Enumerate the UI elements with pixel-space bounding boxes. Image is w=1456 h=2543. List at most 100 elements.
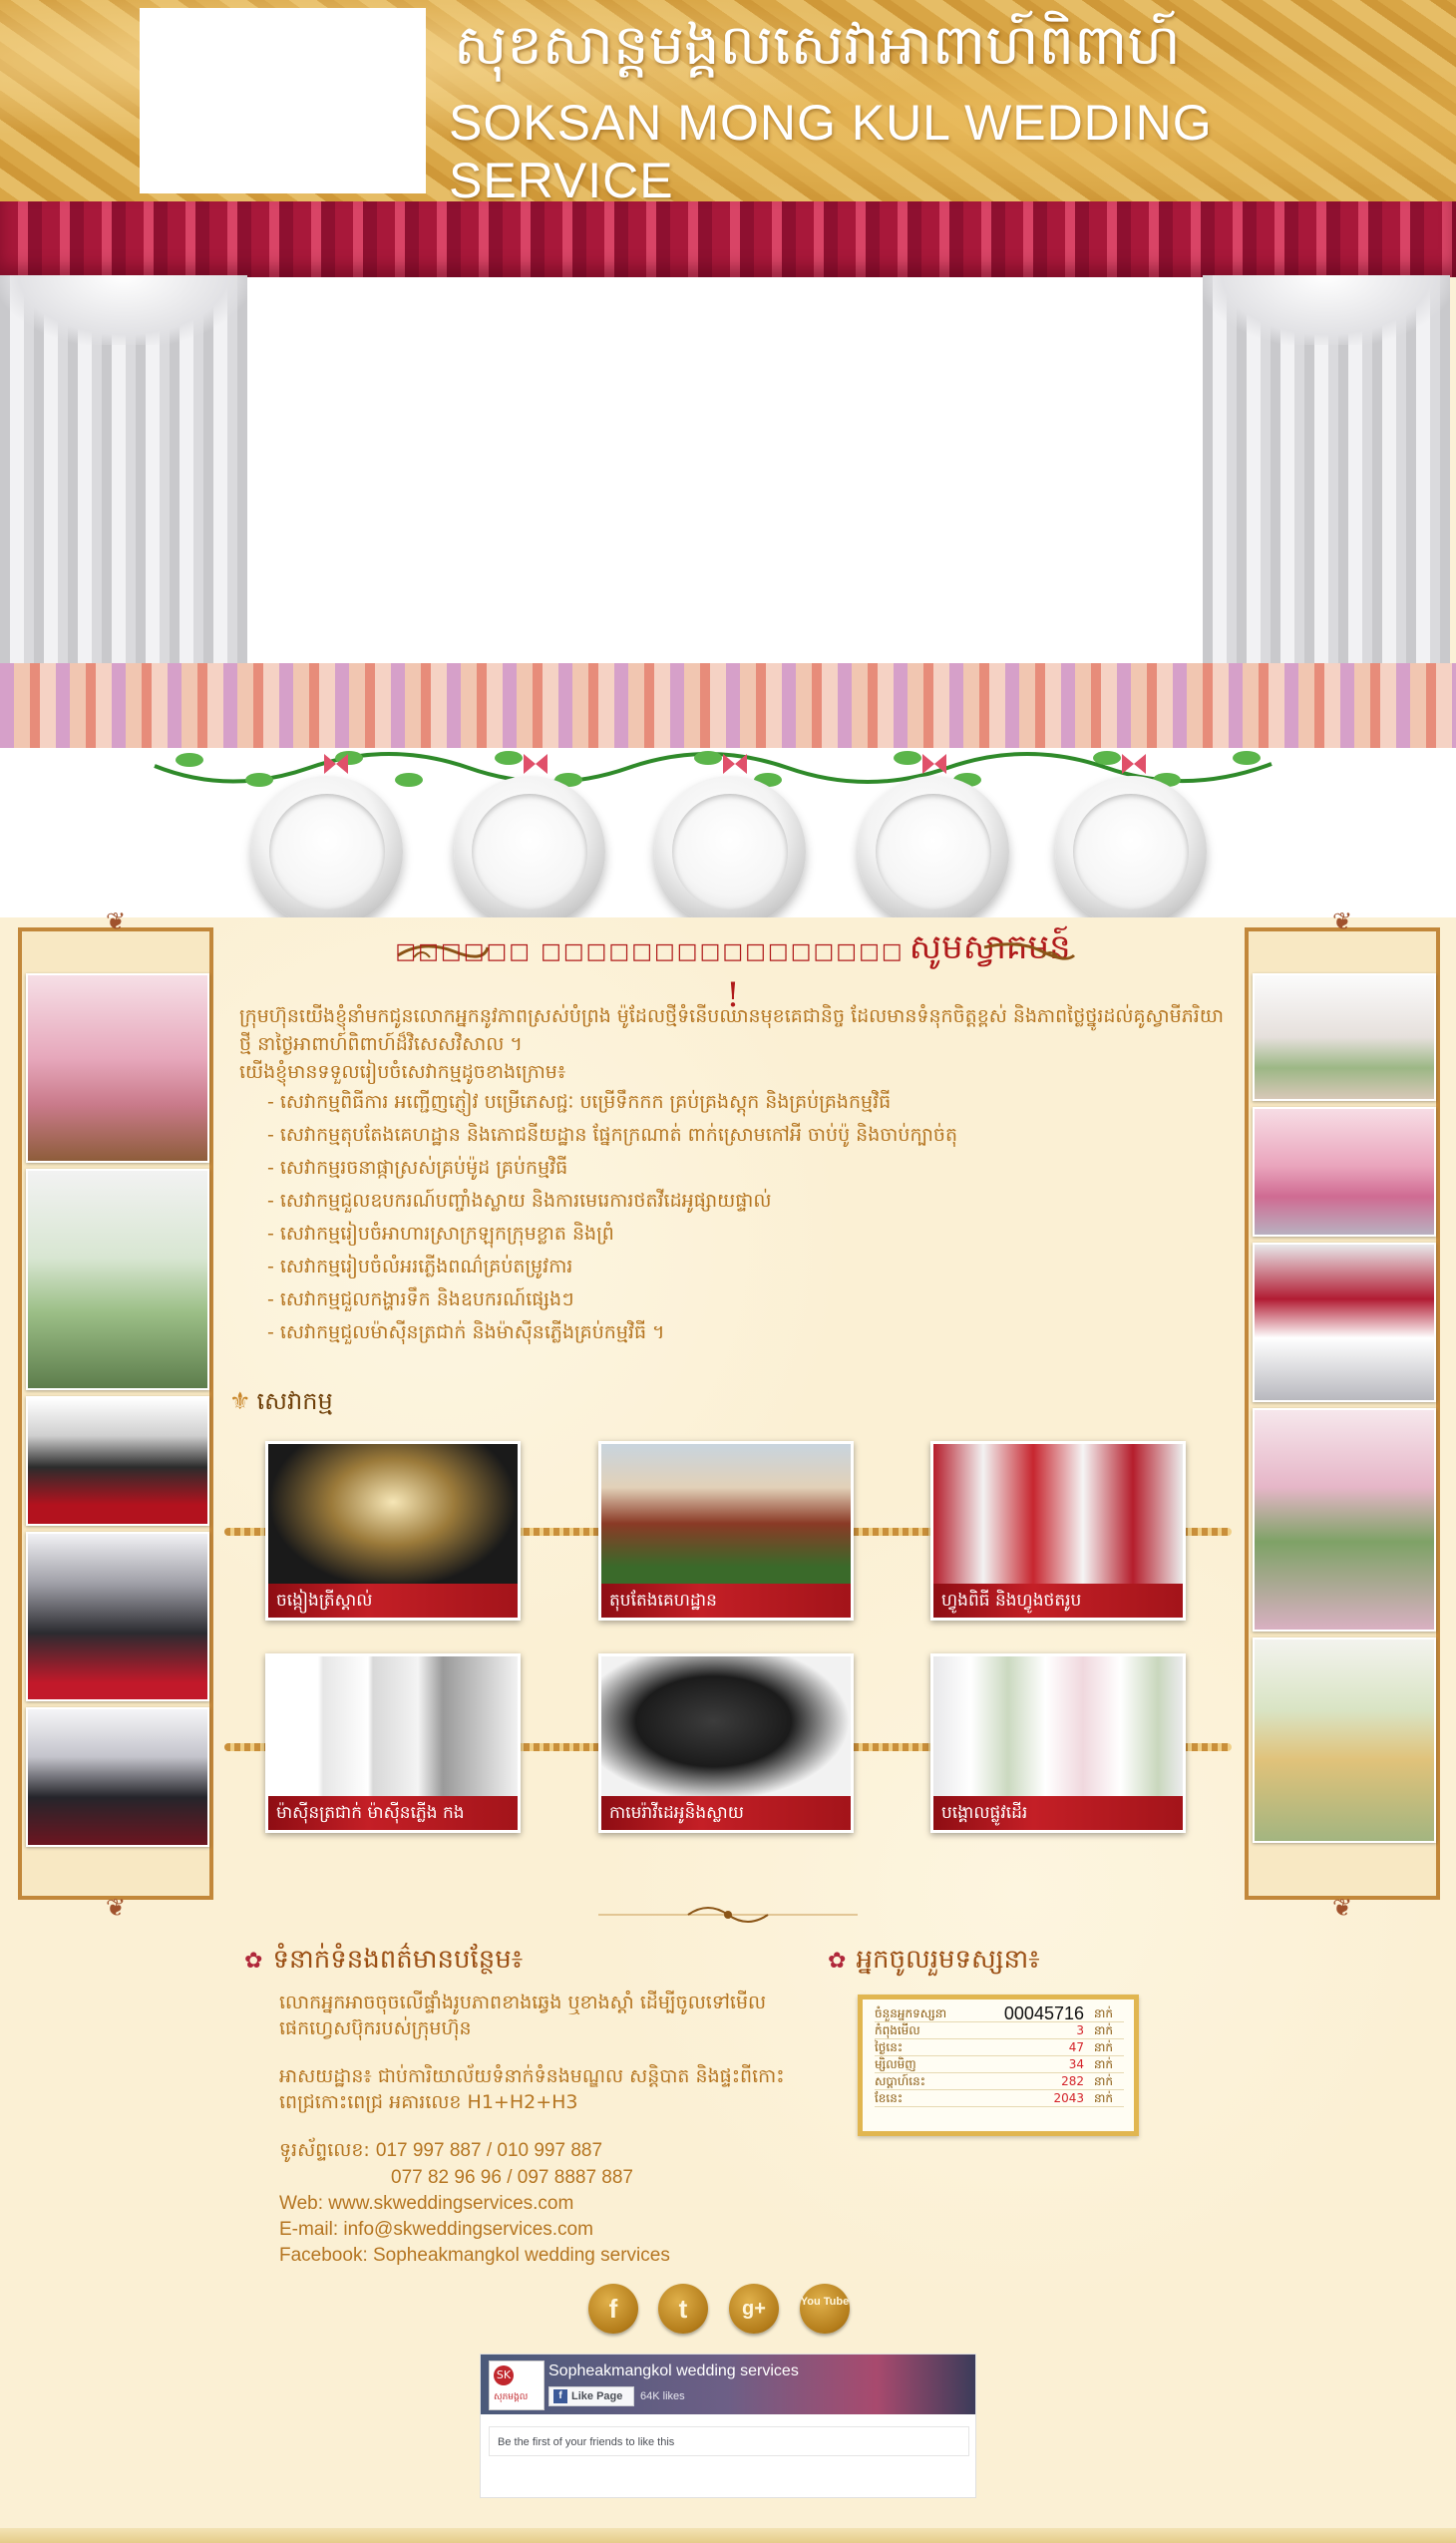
- bottom-curtain: [0, 663, 1456, 748]
- service-card-label: បង្គោលផ្លូវដើរ: [933, 1796, 1183, 1830]
- video-camera-photo: [601, 1656, 851, 1801]
- visitor-counter: ចំនួនអ្នកទស្សនា 00045716 នាក់ កំពុងមើល 3…: [858, 1995, 1139, 2136]
- pink-backdrop-photo[interactable]: [1253, 1107, 1436, 1237]
- flower-walkway-photo[interactable]: [1253, 1408, 1436, 1632]
- facebook-link[interactable]: Facebook: Sopheakmangkol wedding service…: [279, 2243, 798, 2269]
- fb-friends-text: Be the first of your friends to like thi…: [489, 2426, 969, 2456]
- frame-ornament-icon: ❦: [105, 1894, 127, 1922]
- staff-team-photo-3[interactable]: [26, 1707, 209, 1847]
- welcome-heading: □□□□□□ □□□□□□□□□□□□□□□□ សូមស្វាគមន៍ !: [394, 925, 1072, 1015]
- facebook-icon[interactable]: f: [588, 2284, 638, 2334]
- email-link[interactable]: E-mail: info@skweddingservices.com: [279, 2217, 798, 2243]
- visitor-label: ថ្ងៃនេះ: [875, 2038, 972, 2056]
- service-list-item: - សេវាកម្មរៀបចំលំអរភ្លើងពណ៌គ្រប់តម្រូវកា…: [267, 1256, 573, 1277]
- nav-circle-button-3[interactable]: [654, 776, 806, 927]
- house-decoration-photo: [601, 1444, 851, 1589]
- swirl-ornament-icon: [983, 942, 1076, 960]
- service-card-label: ម៉ាស៊ីនត្រជាក់ ម៉ាស៊ីនភ្លើង កង: [268, 1796, 518, 1830]
- visitor-unit: នាក់: [1094, 2038, 1124, 2056]
- visitor-value: 3: [971, 2021, 1094, 2039]
- garden-aisle-photo[interactable]: [1253, 1637, 1436, 1843]
- services-heading: ⚜ សេវាកម្ម: [229, 1386, 333, 1421]
- visitor-label: សប្តាហ៍នេះ: [875, 2072, 972, 2090]
- phone-row-2: 077 82 96 96 / 097 8887 887: [279, 2164, 798, 2191]
- header-banner: សុខសាន្តមង្គលសេវាអាពាហ៍ពិពាហ៍ SOKSAN MON…: [0, 0, 1456, 208]
- fb-like-count: 64K likes: [640, 2390, 685, 2402]
- reception-stage-photo[interactable]: [1253, 973, 1436, 1101]
- facebook-page-widget[interactable]: SK សុភមង្គល Sopheakmangkol wedding servi…: [480, 2354, 976, 2498]
- service-card-home-decoration[interactable]: តុបតែងគេហដ្ឋាន: [598, 1441, 854, 1621]
- visitor-label: ម្សិលមិញ: [875, 2055, 972, 2073]
- service-list-item: - សេវាកម្មជួលម៉ាស៊ីនត្រជាក់ និងម៉ាស៊ីនភ្…: [267, 1321, 665, 1343]
- service-card-video-camera[interactable]: កាមេរ៉ាវីដេអូនិងស្លាយ: [598, 1653, 854, 1833]
- flower-bullet-icon: ✿: [244, 1949, 263, 1974]
- logo-placeholder[interactable]: [140, 8, 426, 193]
- left-photo-frame: ❦ ❦: [18, 908, 213, 1922]
- service-card-air-conditioner[interactable]: ម៉ាស៊ីនត្រជាក់ ម៉ាស៊ីនភ្លើង កង: [265, 1653, 521, 1833]
- intro-paragraph: ក្រុមហ៊ុនយើងខ្ញុំនាំមកជូនលោកអ្នកនូវភាពស្…: [239, 1005, 1224, 1055]
- nav-circle-button-1[interactable]: [251, 776, 403, 927]
- fb-logo-mark: SK: [494, 2365, 514, 2385]
- fb-page-name[interactable]: Sopheakmangkol wedding services: [548, 2362, 799, 2380]
- visitor-heading-label: អ្នកចូលរួមទស្សនា៖: [856, 1945, 1040, 1975]
- visitor-row: ចំនួនអ្នកទស្សនា 00045716 នាក់: [875, 2004, 1124, 2022]
- left-drape: [0, 275, 247, 666]
- visitor-value: 47: [971, 2038, 1094, 2056]
- phone-number-2[interactable]: 077 82 96 96 / 097 8887 887: [391, 2167, 633, 2188]
- wedding-arch-photo[interactable]: [26, 973, 209, 1163]
- welcome-prefix: □□□□□□ □□□□□□□□□□□□□□□□: [395, 939, 905, 964]
- fb-logo-text: សុភមង្គល: [494, 2392, 529, 2402]
- staff-team-photo-2[interactable]: [26, 1532, 209, 1701]
- visitor-unit: នាក់: [1094, 2089, 1124, 2107]
- nav-circle-button-4[interactable]: [858, 776, 1009, 927]
- frame-ornament-icon: ❦: [1331, 908, 1353, 935]
- visitor-label: ចំនួនអ្នកទស្សនា: [875, 2005, 972, 2022]
- ceremony-stage-photo: [933, 1444, 1183, 1589]
- flower-bullet-icon: ✿: [828, 1949, 847, 1974]
- twitter-icon[interactable]: t: [658, 2284, 708, 2334]
- service-card-chandelier[interactable]: ចង្កៀងត្រីស្តាល់: [265, 1441, 521, 1621]
- google-plus-icon[interactable]: g+: [729, 2284, 779, 2334]
- divider-ornament-icon: [598, 1907, 858, 1923]
- visitor-unit: នាក់: [1094, 2005, 1124, 2022]
- contact-heading: ✿ ទំនាក់ទំនងពត៌មានបន្ថែម៖: [244, 1943, 523, 1981]
- visitor-unit: នាក់: [1094, 2072, 1124, 2090]
- visitor-label: ខែនេះ: [875, 2089, 972, 2107]
- intro-lead: យើងខ្ញុំមានទទួលរៀបចំសេវាកម្មដូចខាងក្រោម៖: [239, 1061, 566, 1083]
- visitor-value: 34: [971, 2055, 1094, 2073]
- fleur-de-lis-icon: ⚜: [229, 1387, 251, 1415]
- nav-circle-button-5[interactable]: [1055, 776, 1207, 927]
- fb-page-logo[interactable]: SK សុភមង្គល: [489, 2361, 545, 2410]
- service-list: - សេវាកម្មពិធីការ អញ្ជើញភ្ញៀវ បម្រើភេសជ្…: [239, 1086, 1227, 1349]
- right-drape: [1203, 275, 1450, 666]
- phone-number-1[interactable]: 017 997 887 / 010 997 887: [376, 2140, 602, 2161]
- services-heading-label: សេវាកម្ម: [256, 1387, 333, 1415]
- visitor-row: សប្តាហ៍នេះ 282 នាក់: [875, 2072, 1124, 2090]
- visitor-label: កំពុងមើល: [875, 2021, 972, 2039]
- footer-strip: [0, 2528, 1456, 2543]
- frame-ornament-icon: ❦: [1331, 1894, 1353, 1922]
- facebook-icon: f: [553, 2389, 567, 2403]
- staff-team-photo-1[interactable]: [26, 1396, 209, 1526]
- slideshow-area[interactable]: [247, 277, 1203, 666]
- website-link[interactable]: Web: www.skweddingservices.com: [279, 2191, 798, 2217]
- service-list-item: - សេវាកម្មជួលឧបករណ៍បញ្ចាំងស្លាយ និងការមេ…: [267, 1190, 772, 1212]
- service-card-ceremony-stage[interactable]: ហ្វូងពិធី និងហ្វូងថតរូប: [930, 1441, 1186, 1621]
- visitor-table: ចំនួនអ្នកទស្សនា 00045716 នាក់ កំពុងមើល 3…: [875, 2004, 1124, 2107]
- service-card-label: ហ្វូងពិធី និងហ្វូងថតរូប: [933, 1584, 1183, 1618]
- visitor-row: ម្សិលមិញ 34 នាក់: [875, 2055, 1124, 2073]
- youtube-icon[interactable]: You Tube: [800, 2284, 850, 2334]
- red-stage-photo[interactable]: [1253, 1243, 1436, 1402]
- visitor-heading: ✿ អ្នកចូលរួមទស្សនា៖: [828, 1943, 1040, 1981]
- service-card-walkway-pillars[interactable]: បង្គោលផ្លូវដើរ: [930, 1653, 1186, 1833]
- contact-note: លោកអ្នកអាចចុចលើផ្ទាំងរូបភាពខាងឆ្វេង ឬខាង…: [279, 1992, 767, 2039]
- contact-heading-label: ទំនាក់ទំនងពត៌មានបន្ថែម៖: [272, 1945, 524, 1975]
- contact-address: អាសយដ្ឋាន៖ ជាប់ការិយាល័យទំនាក់ទំនងមណ្ឌល …: [279, 2065, 785, 2113]
- visitor-value: 282: [971, 2072, 1094, 2090]
- fb-like-page-button[interactable]: f Like Page: [548, 2386, 634, 2406]
- service-card-label: កាមេរ៉ាវីដេអូនិងស្លាយ: [601, 1796, 851, 1830]
- floral-aisle-photo[interactable]: [26, 1169, 209, 1390]
- nav-circle-button-2[interactable]: [454, 776, 605, 927]
- curtain-valance: [0, 201, 1456, 277]
- service-card-label: ចង្កៀងត្រីស្តាល់: [268, 1584, 518, 1618]
